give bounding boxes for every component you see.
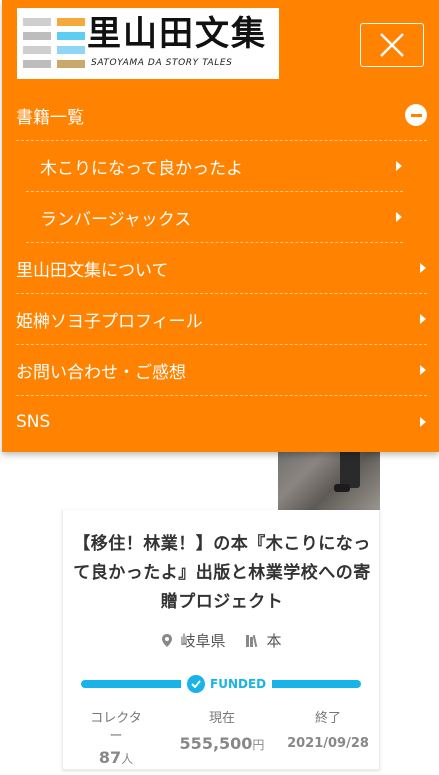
end-date: 2021/09/28	[287, 736, 369, 751]
stat-current: 現在 555,500円	[169, 710, 275, 767]
menu-item-about[interactable]: 里山田文集について	[16, 243, 427, 294]
chevron-right-icon	[420, 416, 426, 427]
collector-count: 87	[98, 748, 122, 767]
project-stats: コレクター 87人 現在 555,500円 終了 2021/09/28	[63, 710, 381, 767]
project-title[interactable]: 【移住！林業！】の本『木こりになって良かったよ』出版と林業学校への寄贈プロジェク…	[71, 530, 373, 617]
current-unit: 円	[252, 738, 265, 752]
menu-item-contact[interactable]: お問い合わせ・ご感想	[16, 345, 427, 396]
funded-label: FUNDED	[210, 677, 267, 691]
menu-item-books[interactable]: 書籍一覧	[16, 90, 427, 141]
collector-value: 87人	[63, 748, 169, 767]
check-circle-icon	[187, 675, 205, 693]
menu-item-sns[interactable]: SNS	[16, 396, 427, 447]
chevron-right-icon	[396, 161, 402, 171]
logo-title: 里山田文集	[87, 14, 267, 54]
current-amount: 555,500	[179, 734, 253, 753]
location-meta: 岐阜県	[162, 630, 226, 651]
chevron-right-icon	[420, 314, 426, 324]
books-icon	[245, 634, 257, 647]
nav-menu: 書籍一覧 木こりになって良かったよ ランバージャックス 里山田文集について 姫榊…	[2, 90, 439, 447]
menu-label-book-lumberjacks: ランバージャックス	[40, 209, 192, 230]
logo-bars-icon	[23, 18, 85, 68]
collector-unit: 人	[121, 752, 134, 766]
collapse-icon[interactable]	[405, 104, 427, 126]
menu-label-about: 里山田文集について	[16, 260, 169, 281]
map-pin-icon	[162, 634, 173, 647]
menu-label-sns: SNS	[16, 411, 51, 432]
close-icon	[380, 33, 404, 57]
location-label: 岐阜県	[180, 632, 226, 650]
close-menu-button[interactable]	[360, 23, 424, 67]
menu-item-profile[interactable]: 姫榊ソヨ子プロフィール	[16, 294, 427, 345]
menu-item-book-lumberjacks[interactable]: ランバージャックス	[26, 192, 403, 243]
menu-label-profile: 姫榊ソヨ子プロフィール	[16, 311, 203, 332]
stat-collectors: コレクター 87人	[63, 710, 169, 767]
menu-label-contact: お問い合わせ・ご感想	[16, 362, 186, 383]
project-meta: 岐阜県 本	[63, 630, 381, 651]
project-card[interactable]: 【移住！林業！】の本『木こりになって良かったよ』出版と林業学校への寄贈プロジェク…	[62, 510, 380, 770]
chevron-right-icon	[420, 263, 426, 273]
category-label: 本	[266, 632, 282, 650]
collector-label: コレクター	[90, 711, 142, 744]
menu-label-book-kikori: 木こりになって良かったよ	[40, 158, 244, 179]
funded-badge: FUNDED	[181, 674, 273, 694]
menu-label-books: 書籍一覧	[16, 107, 84, 128]
site-logo[interactable]: 里山田文集 SATOYAMA DA STORY TALES	[17, 8, 279, 79]
stat-end: 終了 2021/09/28	[275, 710, 381, 767]
current-label: 現在	[208, 711, 235, 726]
thumbnail-boot	[334, 484, 350, 492]
chevron-right-icon	[396, 212, 402, 222]
logo-subtitle: SATOYAMA DA STORY TALES	[91, 58, 233, 68]
category-meta: 本	[245, 630, 282, 651]
end-label: 終了	[314, 711, 341, 726]
chevron-right-icon	[420, 365, 426, 375]
current-value: 555,500円	[169, 734, 275, 753]
menu-item-book-kikori[interactable]: 木こりになって良かったよ	[26, 141, 403, 192]
nav-drawer: 里山田文集 SATOYAMA DA STORY TALES 書籍一覧 木こりにな…	[2, 0, 439, 452]
